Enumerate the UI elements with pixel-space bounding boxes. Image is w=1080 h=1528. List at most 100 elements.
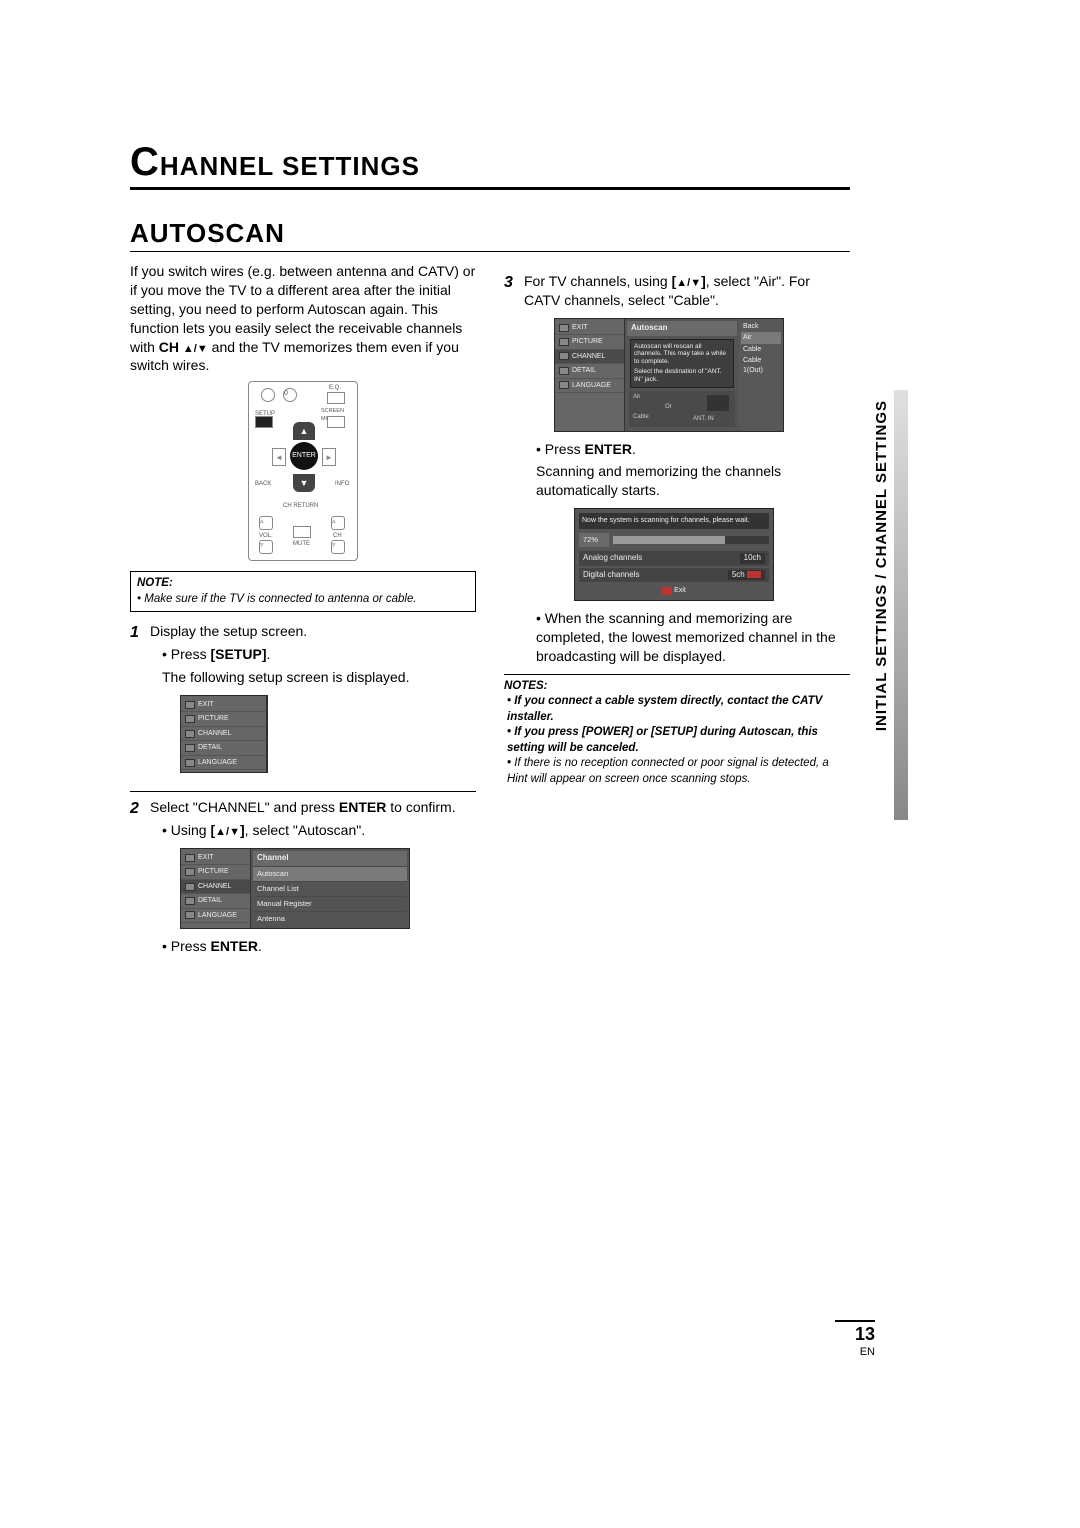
step-2-l1a: Select "CHANNEL" and press xyxy=(150,799,339,815)
osd-rightcol: Back Air Cable Cable 1(Out) xyxy=(739,319,783,431)
step-2-ba: Using xyxy=(171,822,211,838)
osd-item-label: PICTURE xyxy=(572,337,603,346)
step-3-l1a: For TV channels, using xyxy=(524,273,672,289)
scan-row-label: Analog channels xyxy=(583,553,642,564)
osd-g-or: Or xyxy=(665,403,672,411)
osd-g-air: Air xyxy=(633,393,640,401)
osd-sidebar: EXIT PICTURE CHANNEL DETAIL LANGUAGE xyxy=(181,849,251,928)
osd-item: DETAIL xyxy=(555,364,624,378)
dpad-enter: ENTER xyxy=(290,442,318,470)
scan-row: Digital channels 5ch xyxy=(579,568,769,583)
osd-header: Channel xyxy=(253,851,407,866)
sidetab-shade xyxy=(894,390,908,820)
notes-item: If you connect a cable system directly, … xyxy=(507,694,850,725)
osd-info1: Autoscan will rescan all channels. This … xyxy=(634,343,730,366)
note-text: • Make sure if the TV is connected to an… xyxy=(137,592,469,608)
step-2-after-a: Press xyxy=(171,938,211,954)
step-3-bullet: Press ENTER. xyxy=(524,440,850,459)
osd-r-cable: Cable xyxy=(741,344,781,355)
osd-item-label: LANGUAGE xyxy=(198,911,237,920)
step-2-num: 2 xyxy=(130,798,144,960)
osd-item: DETAIL xyxy=(181,894,250,908)
dtv-icon xyxy=(747,571,761,578)
osd-item-label: DETAIL xyxy=(198,896,222,905)
scan-progress-fill xyxy=(613,536,725,544)
notes-item: If there is no reception connected or po… xyxy=(507,756,850,787)
channel-icon xyxy=(185,883,195,891)
osd-main: Channel Autoscan Channel List Manual Reg… xyxy=(251,849,409,928)
osd-graphic: Air Cable Or ANT. IN xyxy=(629,391,735,427)
scan-exit-label: Exit xyxy=(674,587,686,594)
notes-head: NOTES: xyxy=(504,679,850,695)
dpad-right: ► xyxy=(322,448,336,466)
step-2-after-b: . xyxy=(258,938,262,954)
step-2-after-bold: ENTER xyxy=(210,938,257,954)
remote-illustration: 0 E.Q. SETUP SCREEN MODE ▲ ▼ ◄ ► ENTER B… xyxy=(248,381,358,561)
step-3-bbold: ENTER xyxy=(584,441,631,457)
remote-vol-up: ▵ xyxy=(259,516,273,530)
scan-progress-bar xyxy=(613,536,769,544)
osd-g-cable: Cable xyxy=(633,413,649,421)
osd-item-label: DETAIL xyxy=(572,366,596,375)
remote-vol-label: VOL. xyxy=(259,532,273,540)
osd-setup-screen: EXIT PICTURE CHANNEL DETAIL LANGUAGE xyxy=(180,695,268,773)
osd-opt: Autoscan xyxy=(253,866,407,881)
step-3-body: For TV channels, using [], select "Air".… xyxy=(524,272,850,670)
osd-item: PICTURE xyxy=(555,335,624,349)
left-column: If you switch wires (e.g. between antenn… xyxy=(130,262,476,960)
note-text-content: Make sure if the TV is connected to ante… xyxy=(144,593,416,605)
osd-scanning-box: Now the system is scanning for channels,… xyxy=(574,508,774,601)
osd-item-label: EXIT xyxy=(198,700,214,709)
scan-row-val-text: 5ch xyxy=(732,570,745,579)
osd-item-label: LANGUAGE xyxy=(198,758,237,767)
step-1-line2: The following setup screen is displayed. xyxy=(150,668,476,687)
remote-ch-label: CH xyxy=(333,532,342,540)
osd-autoscan-screen: EXIT PICTURE CHANNEL DETAIL LANGUAGE Aut… xyxy=(554,318,784,432)
chapter-first-letter: C xyxy=(130,140,160,184)
osd-info: Autoscan will rescan all channels. This … xyxy=(630,339,734,388)
remote-vol-down: ▿ xyxy=(259,540,273,554)
section-heading: AUTOSCAN xyxy=(130,218,850,252)
language-icon xyxy=(185,759,195,767)
notes-list: If you connect a cable system directly, … xyxy=(504,694,850,787)
step-2-line1: Select "CHANNEL" and press ENTER to conf… xyxy=(150,798,476,817)
step-2-after: Press ENTER. xyxy=(150,937,476,956)
osd-item: LANGUAGE xyxy=(181,756,266,770)
remote-eq-label: E.Q. xyxy=(329,384,341,392)
osd-channel-screen: EXIT PICTURE CHANNEL DETAIL LANGUAGE Cha… xyxy=(180,848,410,929)
detail-icon xyxy=(185,897,195,905)
scan-row-val: 10ch xyxy=(740,553,765,564)
osd-item: CHANNEL xyxy=(555,350,624,364)
osd-item: LANGUAGE xyxy=(181,909,250,923)
note-box: NOTE: • Make sure if the TV is connected… xyxy=(130,571,476,612)
channel-icon xyxy=(559,352,569,360)
step-1-bullet-bold: [SETUP] xyxy=(210,646,266,662)
remote-ch-down: ▿ xyxy=(331,540,345,554)
remote-mute-btn xyxy=(293,526,311,538)
step-3-l1bold: [] xyxy=(672,273,706,289)
language-icon xyxy=(559,381,569,389)
step-2-bbold: [] xyxy=(210,822,244,838)
step-2-l1bold: ENTER xyxy=(339,799,386,815)
remote-eq-btn xyxy=(327,392,345,404)
dpad-up: ▲ xyxy=(293,422,315,440)
step-1-num: 1 xyxy=(130,622,144,781)
osd-item-label: LANGUAGE xyxy=(572,381,611,390)
remote-chreturn-label: CH RETURN xyxy=(283,502,318,510)
step-1-bullet-a: Press xyxy=(171,646,211,662)
osd-info2: Select the destination of "ANT. IN" jack… xyxy=(634,368,730,384)
remote-back-label: BACK xyxy=(255,480,271,488)
osd-r-cable1: Cable 1(Out) xyxy=(741,355,781,376)
chapter-heading: CHANNEL SETTINGS xyxy=(130,140,850,190)
step-2-l1b: to confirm. xyxy=(386,799,455,815)
osd-header: Autoscan xyxy=(627,321,737,336)
notes-block: NOTES: If you connect a cable system dir… xyxy=(504,674,850,788)
remote-ch-up: ▵ xyxy=(331,516,345,530)
picture-icon xyxy=(559,338,569,346)
osd-item-label: EXIT xyxy=(572,323,588,332)
step-1-line1: Display the setup screen. xyxy=(150,622,476,641)
detail-icon xyxy=(185,744,195,752)
step-2: 2 Select "CHANNEL" and press ENTER to co… xyxy=(130,791,476,960)
updown-icon xyxy=(183,339,208,355)
section-tab: INITIAL SETTINGS / CHANNEL SETTINGS xyxy=(873,400,890,731)
